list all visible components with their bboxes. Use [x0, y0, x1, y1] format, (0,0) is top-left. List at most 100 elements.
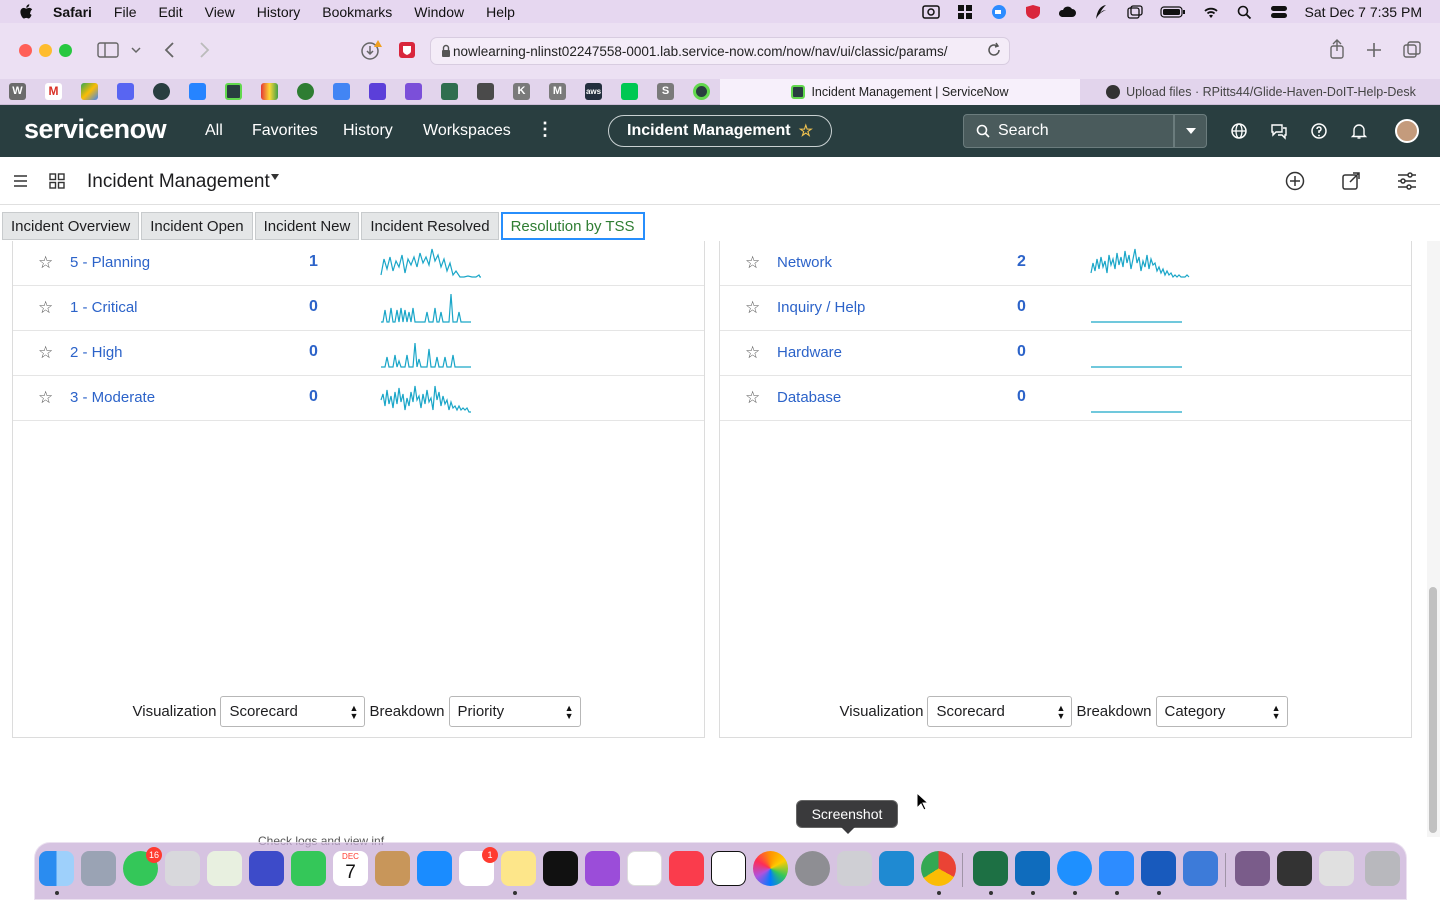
tab-resolution-by-tss[interactable]: Resolution by TSS: [500, 212, 645, 240]
tab-incident-management[interactable]: Incident Management | ServiceNow: [720, 79, 1080, 105]
new-tab-icon[interactable]: [1366, 42, 1382, 58]
title-caret-down-icon[interactable]: [270, 173, 280, 181]
bookmark-m[interactable]: M: [549, 83, 566, 100]
window-zoom-button[interactable]: [59, 44, 72, 57]
star-icon[interactable]: ☆: [745, 343, 760, 363]
bookmark-w[interactable]: W: [9, 83, 26, 100]
system-settings-icon[interactable]: [795, 851, 830, 886]
zoom-app-icon[interactable]: [1099, 851, 1134, 886]
trash-icon[interactable]: [1365, 851, 1400, 886]
shield-icon[interactable]: [1024, 4, 1042, 19]
breakdown-label-link[interactable]: 2 - High: [70, 344, 123, 361]
help-icon[interactable]: [1310, 122, 1328, 140]
bookmark-dark-icon[interactable]: [477, 83, 494, 100]
menu-bookmarks[interactable]: Bookmarks: [322, 4, 392, 20]
breakdown-label-link[interactable]: Inquiry / Help: [777, 299, 865, 316]
notes-icon[interactable]: [501, 851, 536, 886]
star-icon[interactable]: ☆: [38, 343, 53, 363]
spotlight-search-icon[interactable]: [1236, 5, 1254, 19]
hamburger-menu-icon[interactable]: [14, 175, 27, 187]
menu-edit[interactable]: Edit: [158, 4, 182, 20]
tab-upload-files[interactable]: Upload files · RPitts44/Glide-Haven-DoIT…: [1082, 79, 1440, 105]
grid-icon[interactable]: [49, 173, 65, 189]
outlook-icon[interactable]: [1015, 851, 1050, 886]
window-minimize-button[interactable]: [39, 44, 52, 57]
battery-icon[interactable]: [1160, 5, 1186, 19]
breakdown-label-link[interactable]: Network: [777, 254, 832, 271]
screenshot-tool-icon[interactable]: [922, 4, 941, 19]
star-icon[interactable]: ☆: [38, 388, 53, 408]
shield-extension-icon[interactable]: [398, 41, 416, 59]
tab-incident-open[interactable]: Incident Open: [141, 212, 253, 240]
servicenow-logo[interactable]: servicenow: [24, 114, 167, 145]
tab-incident-overview[interactable]: Incident Overview: [2, 212, 140, 240]
tab-overview-icon[interactable]: [1403, 41, 1421, 59]
sparkline-chart[interactable]: [380, 245, 492, 279]
page-scrollbar[interactable]: [1427, 241, 1440, 837]
menu-help[interactable]: Help: [486, 4, 515, 20]
bookmark-servicenow-now-icon[interactable]: [693, 83, 710, 100]
chevron-down-icon[interactable]: [131, 46, 141, 54]
folder-stack-icon[interactable]: [1235, 851, 1270, 886]
breakdown-label-link[interactable]: 5 - Planning: [70, 254, 150, 271]
nav-favorites[interactable]: Favorites: [252, 122, 318, 140]
notifications-bell-icon[interactable]: [1350, 122, 1368, 140]
star-icon[interactable]: ☆: [745, 388, 760, 408]
bookmark-discord-icon[interactable]: [117, 83, 134, 100]
nav-all[interactable]: All: [205, 122, 223, 140]
star-icon[interactable]: ☆: [745, 253, 760, 273]
feather-icon[interactable]: [1092, 4, 1110, 19]
rocket-icon[interactable]: [165, 851, 200, 886]
add-icon[interactable]: [1285, 171, 1305, 191]
control-center-icon[interactable]: [1270, 5, 1288, 19]
breakdown-label-link[interactable]: Hardware: [777, 344, 842, 361]
reload-icon[interactable]: [987, 42, 1001, 58]
bookmark-green-flag-icon[interactable]: [621, 83, 638, 100]
star-icon[interactable]: ☆: [745, 298, 760, 318]
sparkline-chart[interactable]: [1090, 335, 1202, 369]
finder-icon[interactable]: [39, 851, 74, 886]
menubar-clock[interactable]: Sat Dec 7 7:35 PM: [1304, 4, 1422, 20]
menu-file[interactable]: File: [114, 4, 137, 20]
favorite-star-icon[interactable]: ☆: [799, 121, 813, 141]
score-value[interactable]: 0: [309, 343, 318, 361]
windows-app-icon[interactable]: [956, 4, 974, 19]
sidebar-toggle-icon[interactable]: [97, 42, 119, 58]
bookmark-u-icon[interactable]: [405, 83, 422, 100]
bookmark-jira-icon[interactable]: [189, 83, 206, 100]
bookmark-chatgpt-icon[interactable]: [441, 83, 458, 100]
vscode-icon[interactable]: [879, 851, 914, 886]
tab-incident-resolved[interactable]: Incident Resolved: [361, 212, 499, 240]
screen-stack-icon[interactable]: [1277, 851, 1312, 886]
user-avatar[interactable]: [1395, 119, 1419, 143]
wifi-icon[interactable]: [1202, 5, 1220, 19]
messages-icon[interactable]: 16: [123, 847, 162, 886]
reminders-icon[interactable]: 1: [459, 847, 498, 886]
breakdown-label-link[interactable]: 3 - Moderate: [70, 389, 155, 406]
back-icon[interactable]: [163, 42, 175, 58]
screenshot-icon[interactable]: [837, 851, 872, 886]
visualization-select[interactable]: Scorecard ▲ ▼: [220, 695, 366, 727]
breakdown-select[interactable]: Category ▲ ▼: [1155, 695, 1288, 727]
sparkline-chart[interactable]: [1090, 245, 1202, 279]
filter-settings-icon[interactable]: [1397, 171, 1417, 191]
bookmark-docs-icon[interactable]: [333, 83, 350, 100]
bookmark-aws[interactable]: aws: [585, 83, 602, 100]
share-icon[interactable]: [1329, 39, 1345, 59]
nav-history[interactable]: History: [343, 122, 393, 140]
menu-view[interactable]: View: [205, 4, 235, 20]
sparkline-chart[interactable]: [1090, 290, 1202, 324]
score-value[interactable]: 0: [1017, 343, 1026, 361]
breakdown-label-link[interactable]: Database: [777, 389, 841, 406]
context-pill[interactable]: Incident Management ☆: [608, 115, 832, 147]
nav-more-icon[interactable]: ⋮: [536, 119, 554, 140]
sparkline-chart[interactable]: [1090, 380, 1202, 414]
bookmark-sheets-icon[interactable]: [81, 83, 98, 100]
bookmark-monday-icon[interactable]: [261, 83, 278, 100]
facetime-icon[interactable]: [291, 851, 326, 886]
global-search-input[interactable]: Search: [963, 114, 1174, 148]
nav-workspaces[interactable]: Workspaces: [423, 122, 511, 140]
window-close-button[interactable]: [19, 44, 32, 57]
score-value[interactable]: 2: [1017, 253, 1026, 271]
menu-history[interactable]: History: [257, 4, 301, 20]
